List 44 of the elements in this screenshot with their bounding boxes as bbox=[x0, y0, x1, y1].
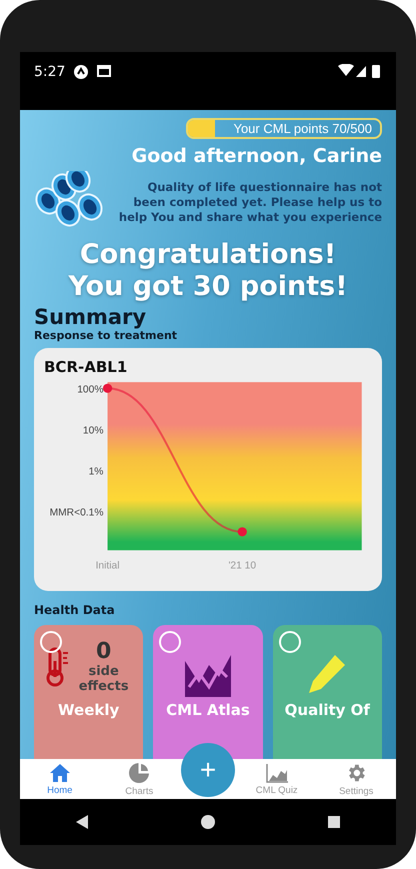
pie-chart-icon bbox=[128, 762, 150, 784]
section-heading: Health Data bbox=[34, 603, 116, 618]
nav-tab[interactable]: Home bbox=[20, 762, 100, 796]
greeting: Good afternoon, Carine bbox=[132, 144, 382, 167]
nav-tab[interactable]: Settings bbox=[316, 762, 396, 797]
home-circle-icon bbox=[200, 814, 216, 830]
health-card[interactable]: Quality Of bbox=[272, 625, 382, 760]
window-icon bbox=[97, 64, 112, 78]
y-axis-label: 10% bbox=[82, 426, 104, 437]
side-effects-count: 0 bbox=[96, 639, 112, 664]
questionnaire-notice: Quality of life questionnaire has not been completed yet. Please help us to help You and share what you experience bbox=[118, 180, 382, 225]
congrats-message: You got 30 points! bbox=[67, 270, 349, 304]
signal-battery-icon bbox=[338, 64, 382, 78]
nav-tab[interactable]: CML Quiz bbox=[237, 762, 316, 796]
app-icon bbox=[73, 64, 90, 80]
summary-subtitle: Response to treatment bbox=[34, 329, 178, 342]
y-axis-label: MMR<0.1% bbox=[50, 508, 104, 519]
card-title: Quality Of bbox=[284, 701, 370, 720]
y-axis-label: 100% bbox=[77, 384, 104, 396]
area-chart-icon bbox=[264, 762, 289, 783]
x-tick-label: Initial bbox=[96, 561, 120, 572]
thermometer-icon bbox=[44, 646, 70, 687]
points-label: Your CML points 70/500 bbox=[233, 120, 372, 136]
data-point bbox=[102, 384, 112, 394]
check-circle[interactable] bbox=[278, 631, 301, 654]
status-time: 5:27 bbox=[34, 64, 66, 80]
back-icon bbox=[75, 814, 90, 830]
summary-heading: Summary bbox=[34, 305, 148, 330]
add-button[interactable]: + bbox=[181, 743, 235, 798]
x-tick-label: '21 10 bbox=[228, 561, 256, 572]
check-circle[interactable] bbox=[40, 631, 62, 654]
y-axis-label: 1% bbox=[88, 466, 104, 478]
home-icon bbox=[48, 762, 71, 783]
health-card[interactable]: 0 side effects Weekly bbox=[34, 625, 144, 760]
card-title: CML Atlas bbox=[166, 701, 250, 720]
chart-title: BCR-ABL1 bbox=[44, 358, 128, 376]
recents-icon bbox=[326, 815, 341, 829]
check-circle[interactable] bbox=[159, 631, 182, 654]
data-point bbox=[238, 528, 247, 537]
congrats-message: Congratulations! bbox=[78, 238, 338, 271]
nav-tab[interactable]: Charts bbox=[100, 762, 179, 797]
card-title: Weekly bbox=[58, 701, 120, 720]
health-card[interactable]: CML Atlas bbox=[153, 625, 263, 760]
side-effects-label: side effects bbox=[78, 664, 130, 694]
